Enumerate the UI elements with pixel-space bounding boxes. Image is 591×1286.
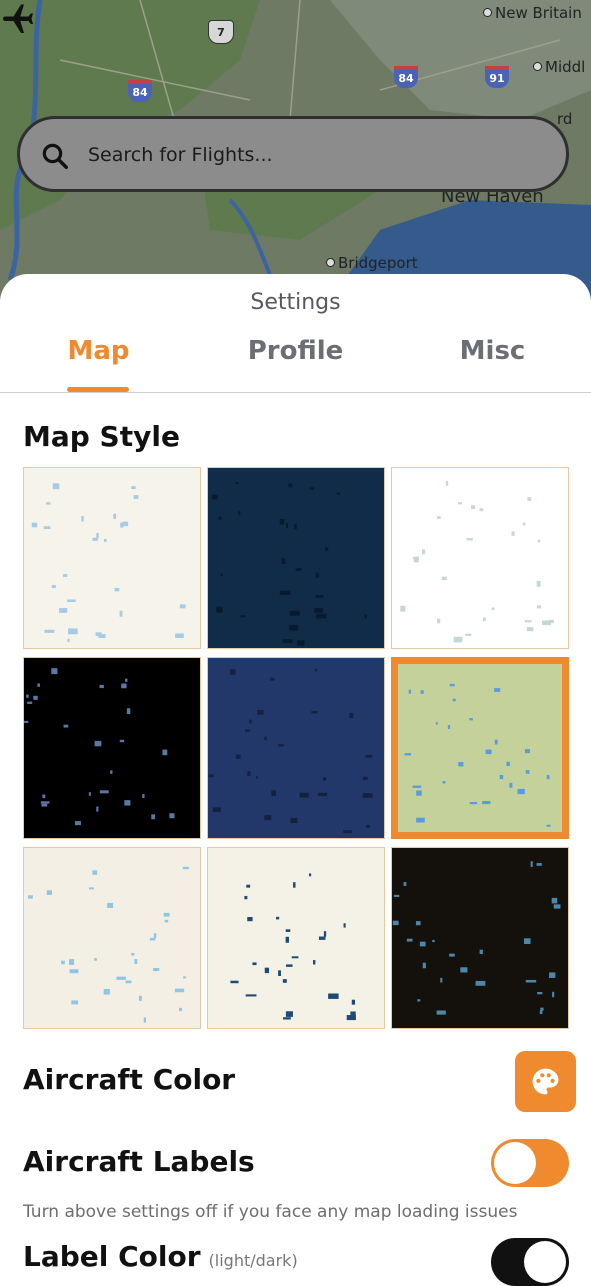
map-style-tile-blue[interactable] (207, 657, 385, 839)
settings-title: Settings (250, 290, 341, 315)
search-icon (42, 143, 68, 169)
map-style-preview (392, 848, 568, 1028)
aircraft-color-button[interactable] (515, 1051, 576, 1112)
map-style-preview (208, 658, 384, 838)
settings-tabs: Map Profile Misc (0, 336, 591, 393)
label-color-row: Label Color (light/dark) (23, 1240, 298, 1273)
tab-misc[interactable]: Misc (394, 336, 591, 366)
search-bar[interactable] (17, 116, 569, 192)
search-input[interactable] (86, 119, 550, 191)
map-style-tile-white[interactable] (391, 467, 569, 649)
toggle-knob (524, 1241, 566, 1283)
interstate-91-shield: 91 (485, 66, 509, 88)
map-style-tile-terrain-light[interactable] (23, 847, 201, 1029)
map-label-bridgeport: Bridgeport (326, 254, 418, 272)
map-style-preview (24, 468, 200, 648)
interstate-84-shield: 84 (394, 66, 418, 88)
map-loading-note: Turn above settings off if you face any … (23, 1202, 518, 1222)
label-color-label: Label Color (23, 1240, 201, 1273)
map-label-middletown: Middl (533, 58, 585, 76)
tab-map[interactable]: Map (0, 336, 197, 366)
map-style-preview (208, 468, 384, 648)
aircraft-labels-label: Aircraft Labels (23, 1145, 255, 1178)
map-style-preview (398, 664, 562, 832)
map-label-rd: rd (557, 110, 573, 128)
aircraft-color-label: Aircraft Color (23, 1063, 236, 1096)
interstate-84-shield: 84 (128, 80, 152, 102)
map-style-preview (208, 848, 384, 1028)
map-style-preview (392, 468, 568, 648)
label-color-hint: (light/dark) (208, 1251, 298, 1270)
aircraft-icon[interactable] (0, 0, 36, 36)
map-style-preview (24, 848, 200, 1028)
toggle-knob (494, 1142, 536, 1184)
map-style-tile-light[interactable] (23, 467, 201, 649)
active-tab-indicator (67, 387, 129, 392)
map-label-new-britain: New Britain (483, 4, 582, 22)
map-style-tile-dark-terrain[interactable] (391, 847, 569, 1029)
map-style-tile-black[interactable] (23, 657, 201, 839)
map-style-title: Map Style (23, 420, 180, 453)
us-route-shield: 7 (208, 20, 234, 44)
map-style-tile-green[interactable] (391, 657, 569, 839)
tab-profile[interactable]: Profile (197, 336, 394, 366)
label-color-toggle[interactable] (491, 1238, 569, 1286)
aircraft-labels-toggle[interactable] (491, 1139, 569, 1187)
map-style-preview (24, 658, 200, 838)
palette-icon (532, 1068, 559, 1095)
map-style-tile-cream-dark-water[interactable] (207, 847, 385, 1029)
map-style-tile-navy[interactable] (207, 467, 385, 649)
